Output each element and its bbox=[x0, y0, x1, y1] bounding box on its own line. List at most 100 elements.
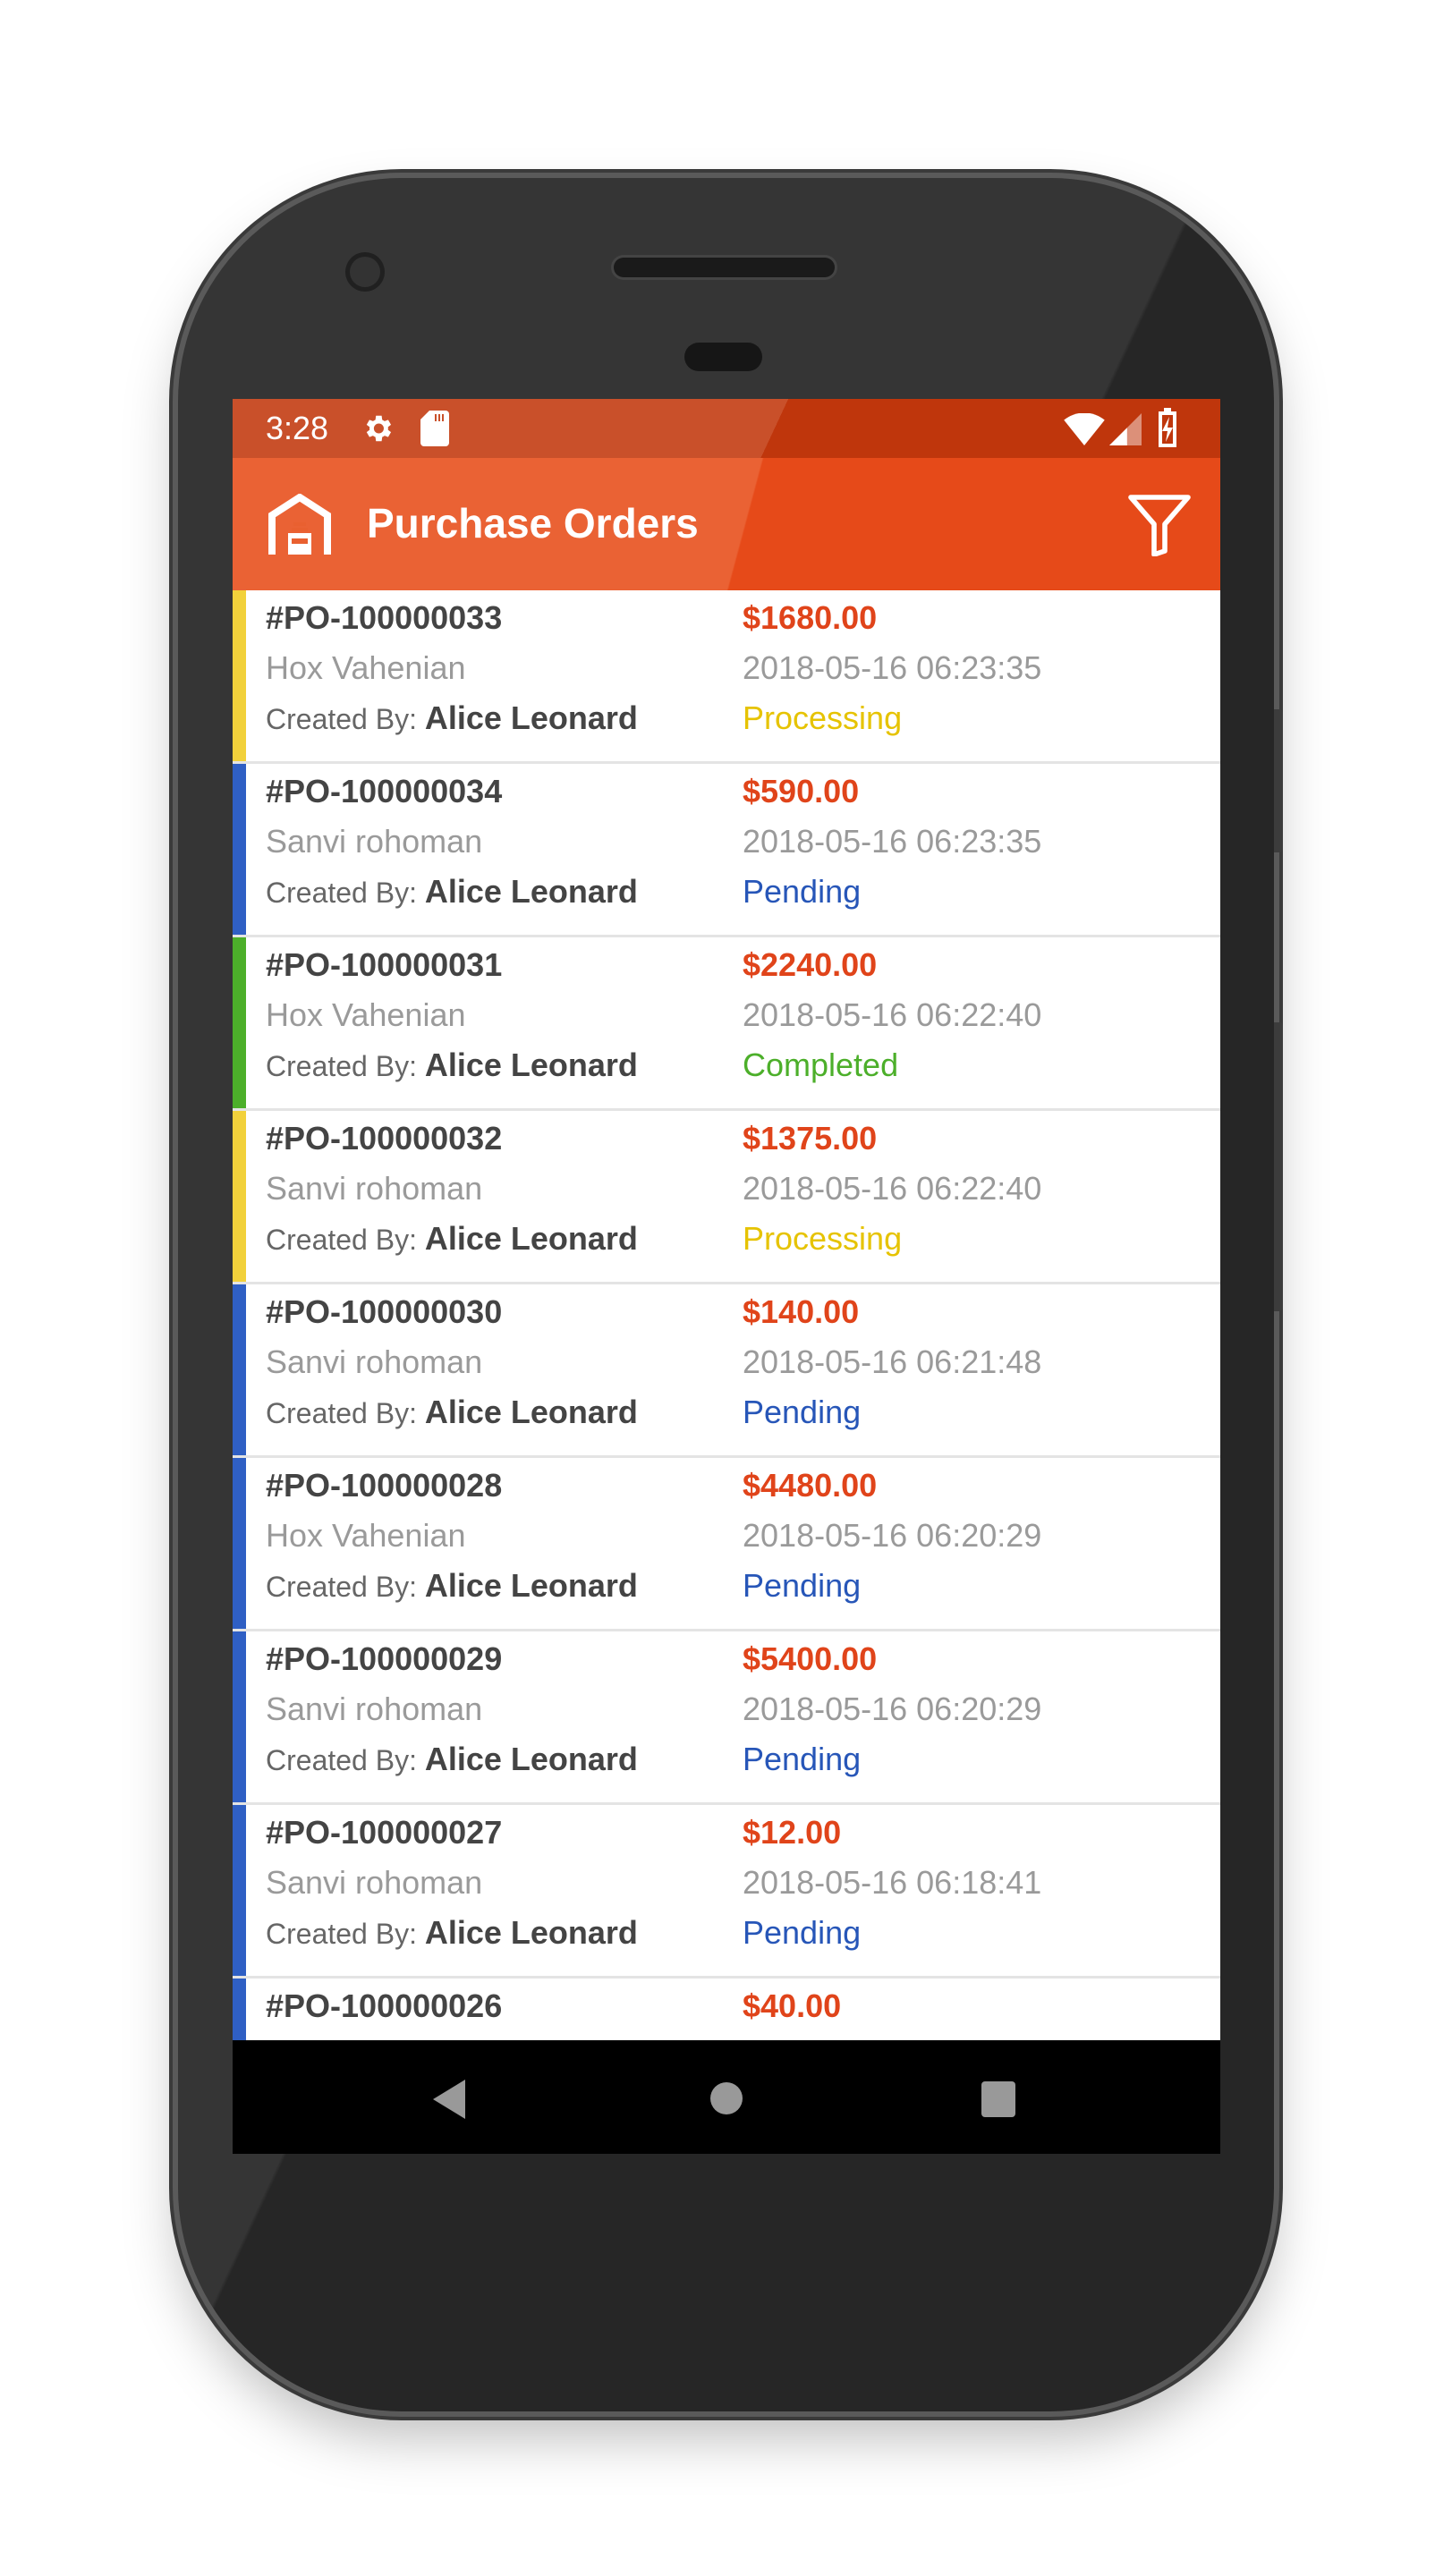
recents-icon[interactable] bbox=[981, 2081, 1015, 2117]
created-by: Created By: Alice Leonard bbox=[266, 1741, 638, 1778]
creator-name: Alice Leonard bbox=[424, 1567, 638, 1604]
order-amount: $1375.00 bbox=[743, 1120, 878, 1157]
created-by-label: Created By: bbox=[266, 1918, 417, 1950]
order-amount: $12.00 bbox=[743, 1814, 842, 1851]
order-amount: $5400.00 bbox=[743, 1640, 878, 1677]
order-id: #PO-100000032 bbox=[266, 1120, 503, 1157]
order-row[interactable]: #PO-100000031 Hox Vahenian Created By: A… bbox=[233, 937, 1220, 1111]
back-icon[interactable] bbox=[433, 2080, 469, 2119]
warehouse-icon bbox=[268, 494, 331, 555]
order-date: 2018-05-16 06:20:29 bbox=[743, 1690, 1042, 1727]
order-status: Pending bbox=[743, 873, 862, 910]
sensor bbox=[684, 343, 762, 371]
created-by-label: Created By: bbox=[266, 1744, 417, 1776]
order-id: #PO-100000028 bbox=[266, 1467, 503, 1504]
order-status: Pending bbox=[743, 1741, 862, 1777]
volume-button bbox=[1274, 1022, 1283, 1311]
created-by: Created By: Alice Leonard bbox=[266, 1220, 638, 1258]
created-by: Created By: Alice Leonard bbox=[266, 1567, 638, 1605]
vendor-name: Sanvi rohoman bbox=[266, 823, 483, 860]
order-row[interactable]: #PO-100000032 Sanvi rohoman Created By: … bbox=[233, 1111, 1220, 1284]
created-by-label: Created By: bbox=[266, 1571, 417, 1603]
order-row[interactable]: #PO-100000029 Sanvi rohoman Created By: … bbox=[233, 1631, 1220, 1805]
order-status: Processing bbox=[743, 1220, 903, 1257]
order-id: #PO-100000026 bbox=[266, 1987, 503, 2024]
creator-name: Alice Leonard bbox=[424, 1220, 638, 1257]
created-by-label: Created By: bbox=[266, 1397, 417, 1429]
sd-card-icon bbox=[420, 411, 449, 446]
order-row[interactable]: #PO-100000027 Sanvi rohoman Created By: … bbox=[233, 1805, 1220, 1979]
order-row[interactable]: #PO-100000028 Hox Vahenian Created By: A… bbox=[233, 1458, 1220, 1631]
order-amount: $2240.00 bbox=[743, 946, 878, 983]
created-by-label: Created By: bbox=[266, 1050, 417, 1082]
order-row[interactable]: #PO-100000033 Hox Vahenian Created By: A… bbox=[233, 590, 1220, 764]
vendor-name: Sanvi rohoman bbox=[266, 1690, 483, 1727]
created-by: Created By: Alice Leonard bbox=[266, 699, 638, 737]
order-id: #PO-100000034 bbox=[266, 773, 503, 809]
created-by-label: Created By: bbox=[266, 877, 417, 909]
created-by: Created By: Alice Leonard bbox=[266, 1394, 638, 1431]
vendor-name: Sanvi rohoman bbox=[266, 1170, 483, 1207]
order-amount: $590.00 bbox=[743, 773, 860, 809]
vendor-name: Sanvi rohoman bbox=[266, 1343, 483, 1380]
order-id: #PO-100000027 bbox=[266, 1814, 503, 1851]
order-date: 2018-05-16 06:22:40 bbox=[743, 1170, 1042, 1207]
app-bar: Purchase Orders bbox=[233, 458, 1220, 590]
order-date: 2018-05-16 06:23:35 bbox=[743, 649, 1042, 686]
order-status: Pending bbox=[743, 1567, 862, 1604]
order-id: #PO-100000033 bbox=[266, 599, 503, 636]
order-row[interactable]: #PO-100000030 Sanvi rohoman Created By: … bbox=[233, 1284, 1220, 1458]
vendor-name: Hox Vahenian bbox=[266, 996, 466, 1033]
created-by: Created By: Alice Leonard bbox=[266, 873, 638, 911]
vendor-name: Sanvi rohoman bbox=[266, 1864, 483, 1901]
order-date: 2018-05-16 06:20:29 bbox=[743, 1517, 1042, 1554]
order-status: Pending bbox=[743, 1394, 862, 1430]
order-amount: $1680.00 bbox=[743, 599, 878, 636]
home-icon[interactable] bbox=[710, 2082, 743, 2114]
order-status: Completed bbox=[743, 1046, 899, 1083]
order-amount: $140.00 bbox=[743, 1293, 860, 1330]
screen: 3:28 Purchase Orders #PO-100000033 Hox V… bbox=[233, 399, 1220, 2154]
vendor-name: Hox Vahenian bbox=[266, 1517, 466, 1554]
order-row[interactable]: #PO-100000034 Sanvi rohoman Created By: … bbox=[233, 764, 1220, 937]
purchase-order-list[interactable]: #PO-100000033 Hox Vahenian Created By: A… bbox=[233, 590, 1220, 2152]
created-by: Created By: Alice Leonard bbox=[266, 1046, 638, 1084]
gear-icon bbox=[366, 415, 392, 442]
order-amount: $40.00 bbox=[743, 1987, 842, 2024]
status-color-bar bbox=[233, 764, 246, 935]
order-amount: $4480.00 bbox=[743, 1467, 878, 1504]
navigation-bar bbox=[233, 2040, 1220, 2154]
order-date: 2018-05-16 06:18:41 bbox=[743, 1864, 1042, 1901]
creator-name: Alice Leonard bbox=[424, 1394, 638, 1430]
order-status: Processing bbox=[743, 699, 903, 736]
created-by-label: Created By: bbox=[266, 703, 417, 735]
status-color-bar bbox=[233, 1631, 246, 1802]
order-status: Pending bbox=[743, 1914, 862, 1951]
order-date: 2018-05-16 06:22:40 bbox=[743, 996, 1042, 1033]
status-time: 3:28 bbox=[266, 410, 329, 446]
wifi-icon bbox=[1064, 413, 1105, 445]
order-date: 2018-05-16 06:21:48 bbox=[743, 1343, 1042, 1380]
status-color-bar bbox=[233, 1805, 246, 1976]
order-id: #PO-100000029 bbox=[266, 1640, 503, 1677]
status-bar: 3:28 bbox=[233, 399, 1220, 458]
earpiece bbox=[614, 258, 835, 277]
battery-charging-icon bbox=[1159, 408, 1176, 447]
creator-name: Alice Leonard bbox=[424, 1914, 638, 1951]
created-by: Created By: Alice Leonard bbox=[266, 1914, 638, 1952]
creator-name: Alice Leonard bbox=[424, 873, 638, 910]
order-date: 2018-05-16 06:23:35 bbox=[743, 823, 1042, 860]
creator-name: Alice Leonard bbox=[424, 1741, 638, 1777]
status-color-bar bbox=[233, 1111, 246, 1282]
vendor-name: Hox Vahenian bbox=[266, 649, 466, 686]
page-title: Purchase Orders bbox=[367, 500, 699, 547]
created-by-label: Created By: bbox=[266, 1224, 417, 1256]
status-color-bar bbox=[233, 937, 246, 1108]
order-id: #PO-100000030 bbox=[266, 1293, 503, 1330]
creator-name: Alice Leonard bbox=[424, 1046, 638, 1083]
status-color-bar bbox=[233, 1284, 246, 1455]
status-color-bar bbox=[233, 590, 246, 761]
filter-icon[interactable] bbox=[1127, 494, 1192, 556]
order-id: #PO-100000031 bbox=[266, 946, 503, 983]
creator-name: Alice Leonard bbox=[424, 699, 638, 736]
